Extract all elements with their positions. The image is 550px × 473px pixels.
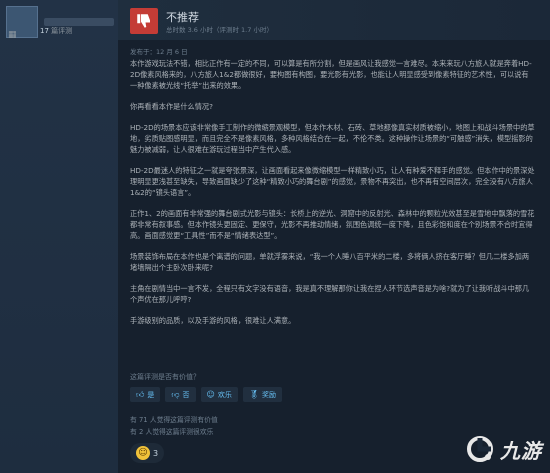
watermark-text: 九游 xyxy=(500,438,542,463)
award-summary[interactable]: ☺ 3 xyxy=(130,443,164,463)
game-icon: ▦ xyxy=(8,30,17,40)
review-paragraph: 你再看看本作是什么情况? xyxy=(130,102,213,111)
vote-no-label: 否 xyxy=(182,390,190,399)
thumbs-down-icon: 👎︎ xyxy=(171,389,180,399)
review-panel: 不推荐 总时数 3.6 小时（评测时 1.7 小时） 发布于：12 月 6 日 … xyxy=(118,0,550,473)
vote-buttons: 👍︎ 是 👎︎ 否 ☺ 欢乐 🏅︎ 奖励 xyxy=(130,387,282,402)
review-count-label: 篇评测 xyxy=(51,27,73,35)
username-placeholder[interactable] xyxy=(44,18,114,26)
helpful-question: 这篇评测是否有价值？ xyxy=(130,373,200,381)
recommendation-title[interactable]: 不推荐 xyxy=(166,9,199,25)
award-count: 3 xyxy=(152,448,159,458)
smile-icon: ☺ xyxy=(206,390,215,399)
helpful-stat: 有 71 人觉得这篇评测有价值 xyxy=(130,416,218,424)
vote-yes-button[interactable]: 👍︎ 是 xyxy=(130,387,161,402)
vote-funny-button[interactable]: ☺ 欢乐 xyxy=(200,387,238,402)
funny-stat: 有 2 人觉得这篇评测很欢乐 xyxy=(130,428,214,436)
watermark-logo-icon xyxy=(467,436,493,462)
award-badge[interactable]: ☺ 3 xyxy=(130,443,164,463)
review-paragraph: 场景装饰布局在本作也是个离谱的问题，单就浮雾来说，“我一个人睡八百平米的二楼，多… xyxy=(130,252,530,272)
vote-no-button[interactable]: 👎︎ 否 xyxy=(165,387,196,402)
review-count[interactable]: 17 篇评测 xyxy=(40,26,72,36)
review-paragraph: HD-2D的场景本应该非常像手工制作的微缩景观模型，但本作木材、石砖、草地都像真… xyxy=(130,123,535,154)
award-label: 奖励 xyxy=(262,390,276,399)
review-paragraph: 手游级别的品质，以及手游的风格，很难让人满意。 xyxy=(130,316,296,325)
award-icon: 🏅︎ xyxy=(248,390,259,399)
reviewer-panel: ▦ 17 篇评测 xyxy=(0,0,118,473)
award-button[interactable]: 🏅︎ 奖励 xyxy=(242,387,282,402)
thumbs-down-badge xyxy=(130,8,158,34)
vote-yes-label: 是 xyxy=(147,390,155,399)
review-paragraph: 主角在剧情当中一言不发，全程只有文字没有语音，我是真不理解那你让我在捏人环节选声… xyxy=(130,284,530,304)
thumbs-up-icon: 👍︎ xyxy=(136,389,145,399)
award-emoji-icon: ☺ xyxy=(135,446,150,460)
review-paragraph: 正作1、2的画面有非常强的舞台剧式光影与镜头：长桥上的逆光、洞窟中的反射光、森林… xyxy=(130,209,535,240)
thumbs-down-icon xyxy=(137,14,150,28)
posted-date: 发布于：12 月 6 日 xyxy=(130,48,188,56)
vote-funny-label: 欢乐 xyxy=(217,390,232,399)
playtime: 总时数 3.6 小时（评测时 1.7 小时） xyxy=(166,26,273,34)
review-body: 本作游戏玩法不错，相比正作有一定的不同，可以算是有所分割，但是画风让我感觉一言难… xyxy=(130,58,535,336)
review-paragraph: 本作游戏玩法不错，相比正作有一定的不同，可以算是有所分割，但是画风让我感觉一言难… xyxy=(130,59,532,90)
review-count-number: 17 xyxy=(40,27,49,35)
review-paragraph: HD-2D最迷人的特征之一就是夸张景深，让画面看起来像微缩模型一样精致小巧，让人… xyxy=(130,166,535,197)
review-header: 不推荐 总时数 3.6 小时（评测时 1.7 小时） xyxy=(118,0,550,40)
watermark: 九游 xyxy=(464,433,542,465)
